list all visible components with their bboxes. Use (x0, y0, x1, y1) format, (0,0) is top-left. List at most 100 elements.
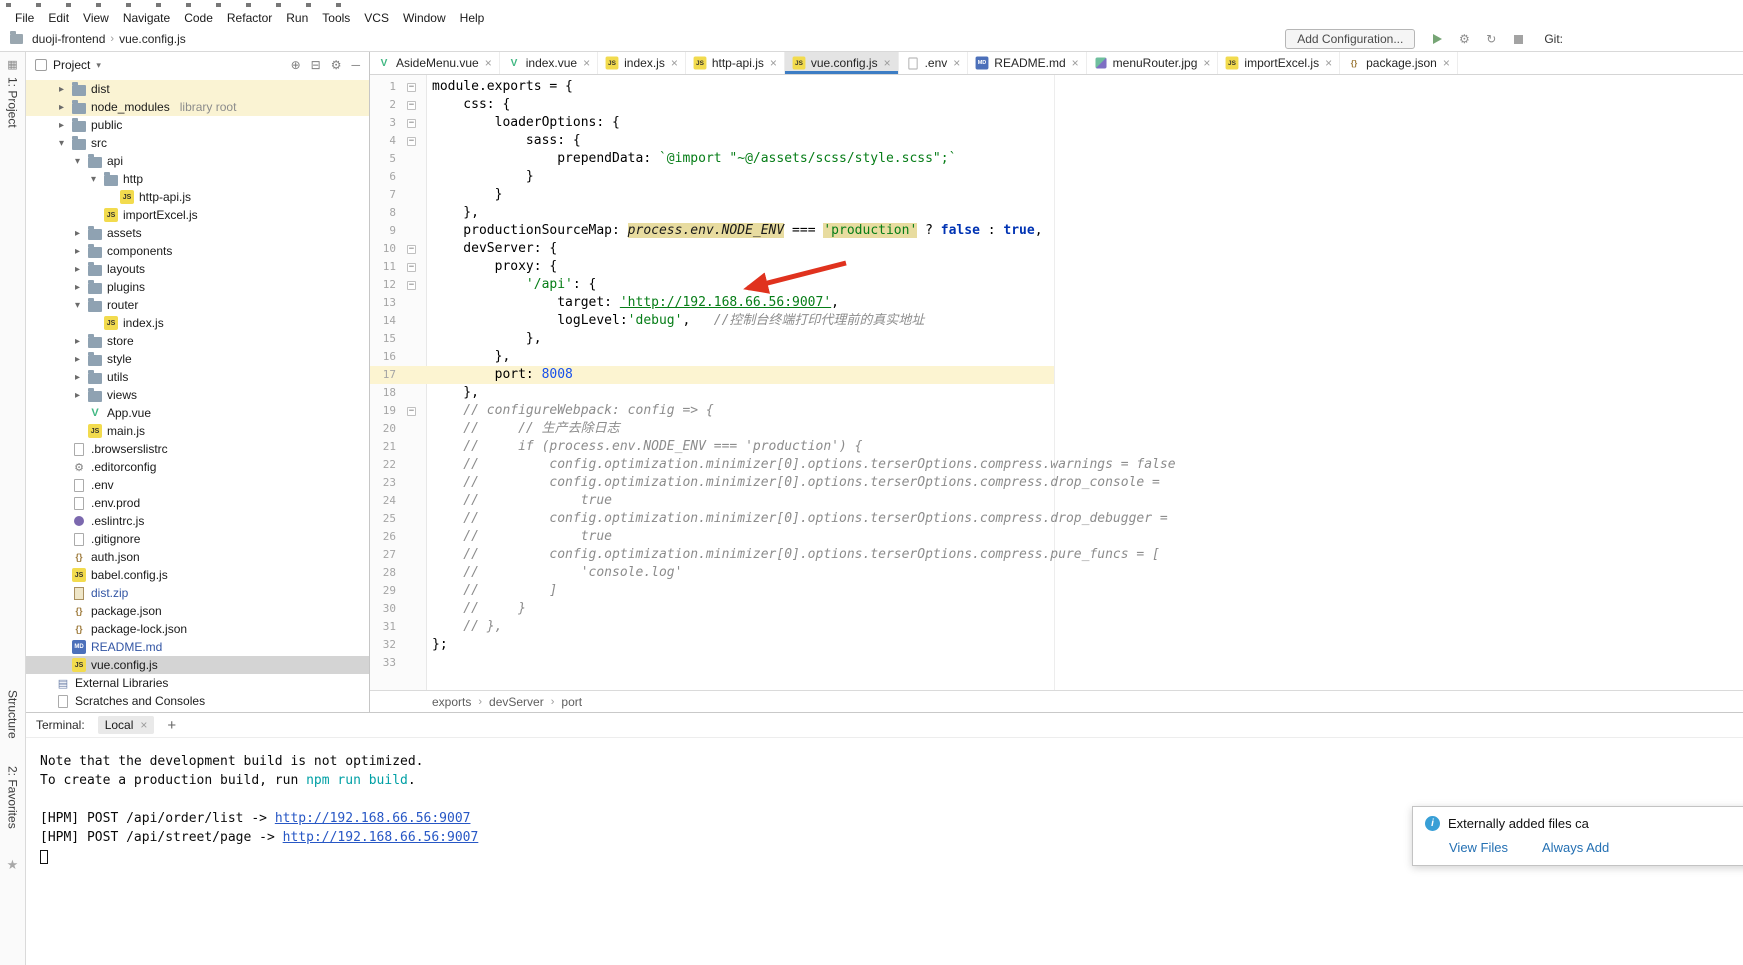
menu-edit[interactable]: Edit (41, 10, 76, 26)
tab-index-js[interactable]: JSindex.js× (598, 52, 686, 74)
code-line[interactable]: 31 // }, (370, 618, 1743, 636)
code-line[interactable]: 15 }, (370, 330, 1743, 348)
tree-item-env[interactable]: .env (26, 476, 369, 494)
tree-item-main-js[interactable]: JSmain.js (26, 422, 369, 440)
add-configuration-button[interactable]: Add Configuration... (1285, 29, 1415, 49)
code-editor[interactable]: 1−module.exports = {2− css: {3− loaderOp… (370, 75, 1743, 690)
close-icon[interactable]: × (1325, 56, 1332, 70)
close-icon[interactable]: × (1072, 56, 1079, 70)
code-line[interactable]: 22 // config.optimization.minimizer[0].o… (370, 456, 1743, 474)
fold-region-icon[interactable]: − (400, 240, 423, 258)
close-icon[interactable]: × (1443, 56, 1450, 70)
tree-item-router[interactable]: ▾router (26, 296, 369, 314)
code-line[interactable]: 11− proxy: { (370, 258, 1743, 276)
tree-item-http[interactable]: ▾http (26, 170, 369, 188)
tree-item-dist-zip[interactable]: dist.zip (26, 584, 369, 602)
tree-item-style[interactable]: ▸style (26, 350, 369, 368)
code-line[interactable]: 30 // } (370, 600, 1743, 618)
tree-item-package-json[interactable]: {}package.json (26, 602, 369, 620)
close-icon[interactable]: × (770, 56, 777, 70)
sync-icon[interactable]: ↻ (1483, 31, 1499, 47)
code-line[interactable]: 26 // true (370, 528, 1743, 546)
tab-asidemenu-vue[interactable]: VAsideMenu.vue× (370, 52, 500, 74)
tree-item-src[interactable]: ▾src (26, 134, 369, 152)
fold-region-icon[interactable]: − (400, 78, 423, 96)
tree-item-api[interactable]: ▾api (26, 152, 369, 170)
code-line[interactable]: 18 }, (370, 384, 1743, 402)
menu-vcs[interactable]: VCS (357, 10, 396, 26)
chevron-right-icon[interactable]: ▸ (72, 354, 83, 365)
tab-env[interactable]: .env× (899, 52, 969, 74)
code-line[interactable]: 10− devServer: { (370, 240, 1743, 258)
code-line[interactable]: 20 // // 生产去除日志 (370, 420, 1743, 438)
menu-file[interactable]: File (8, 10, 41, 26)
code-line[interactable]: 8 }, (370, 204, 1743, 222)
editor-breadcrumb-devserver[interactable]: devServer (489, 695, 544, 709)
chevron-right-icon[interactable]: ▸ (72, 264, 83, 275)
close-icon[interactable]: × (583, 56, 590, 70)
tab-index-vue[interactable]: Vindex.vue× (500, 52, 598, 74)
code-line[interactable]: 29 // ] (370, 582, 1743, 600)
chevron-right-icon[interactable]: ▸ (56, 84, 67, 95)
close-icon[interactable]: × (953, 56, 960, 70)
menu-navigate[interactable]: Navigate (116, 10, 177, 26)
tree-item-dist[interactable]: ▸dist (26, 80, 369, 98)
menu-run[interactable]: Run (279, 10, 315, 26)
chevron-right-icon[interactable]: ▸ (56, 120, 67, 131)
menu-view[interactable]: View (76, 10, 116, 26)
chevron-right-icon[interactable]: ▸ (72, 390, 83, 401)
code-line[interactable]: 6 } (370, 168, 1743, 186)
terminal-link[interactable]: http://192.168.66.56:9007 (283, 830, 479, 845)
url-link[interactable]: 'http://192.168.66.56:9007' (620, 295, 831, 310)
tree-item-readme-md[interactable]: MDREADME.md (26, 638, 369, 656)
project-view-selector[interactable]: Project (53, 58, 90, 72)
star-icon[interactable]: ★ (7, 857, 19, 873)
terminal-tab-local[interactable]: Local × (98, 716, 155, 734)
tree-item-index-js[interactable]: JSindex.js (26, 314, 369, 332)
stripe-button-structure[interactable]: Structure (6, 690, 20, 739)
tree-item-external-libraries[interactable]: ▤External Libraries (26, 674, 369, 692)
tree-item-gitignore[interactable]: .gitignore (26, 530, 369, 548)
chevron-down-icon[interactable]: ▾ (88, 174, 99, 185)
menu-refactor[interactable]: Refactor (220, 10, 279, 26)
code-line[interactable]: 27 // config.optimization.minimizer[0].o… (370, 546, 1743, 564)
tree-item-browserslistrc[interactable]: .browserslistrc (26, 440, 369, 458)
tree-item-package-lock-json[interactable]: {}package-lock.json (26, 620, 369, 638)
chevron-right-icon[interactable]: ▸ (72, 282, 83, 293)
chevron-right-icon[interactable]: ▸ (72, 372, 83, 383)
stop-icon[interactable] (1510, 31, 1526, 47)
tree-item-plugins[interactable]: ▸plugins (26, 278, 369, 296)
tree-item-assets[interactable]: ▸assets (26, 224, 369, 242)
close-icon[interactable]: × (485, 56, 492, 70)
tree-item-node-modules[interactable]: ▸node_moduleslibrary root (26, 98, 369, 116)
code-line[interactable]: 19− // configureWebpack: config => { (370, 402, 1743, 420)
view-files-link[interactable]: View Files (1449, 840, 1508, 855)
tree-item-eslintrc-js[interactable]: .eslintrc.js (26, 512, 369, 530)
menu-code[interactable]: Code (177, 10, 220, 26)
tree-item-public[interactable]: ▸public (26, 116, 369, 134)
menu-window[interactable]: Window (396, 10, 453, 26)
code-line[interactable]: 9 productionSourceMap: process.env.NODE_… (370, 222, 1743, 240)
fold-region-icon[interactable]: − (400, 132, 423, 150)
tree-item-env-prod[interactable]: .env.prod (26, 494, 369, 512)
code-line[interactable]: 7 } (370, 186, 1743, 204)
menu-help[interactable]: Help (453, 10, 492, 26)
code-line[interactable]: 17 port: 8008 (370, 366, 1743, 384)
menu-tools[interactable]: Tools (315, 10, 357, 26)
tree-item-scratches-and-consoles[interactable]: Scratches and Consoles (26, 692, 369, 710)
tree-item-store[interactable]: ▸store (26, 332, 369, 350)
code-line[interactable]: 28 // 'console.log' (370, 564, 1743, 582)
code-line[interactable]: 23 // config.optimization.minimizer[0].o… (370, 474, 1743, 492)
code-line[interactable]: 14 logLevel:'debug', //控制台终端打印代理前的真实地址 (370, 312, 1743, 330)
tree-item-http-api-js[interactable]: JShttp-api.js (26, 188, 369, 206)
tab-importexcel-js[interactable]: JSimportExcel.js× (1218, 52, 1340, 74)
code-line[interactable]: 5 prependData: `@import "~@/assets/scss/… (370, 150, 1743, 168)
code-line[interactable]: 25 // config.optimization.minimizer[0].o… (370, 510, 1743, 528)
code-line[interactable]: 21 // if (process.env.NODE_ENV === 'prod… (370, 438, 1743, 456)
panel-settings-icon[interactable]: ⚙ (331, 58, 342, 72)
tree-item-babel-config-js[interactable]: JSbabel.config.js (26, 566, 369, 584)
fold-region-icon[interactable]: − (400, 96, 423, 114)
tree-item-app-vue[interactable]: VApp.vue (26, 404, 369, 422)
tree-item-editorconfig[interactable]: ⚙.editorconfig (26, 458, 369, 476)
editor-breadcrumb-port[interactable]: port (561, 695, 582, 709)
